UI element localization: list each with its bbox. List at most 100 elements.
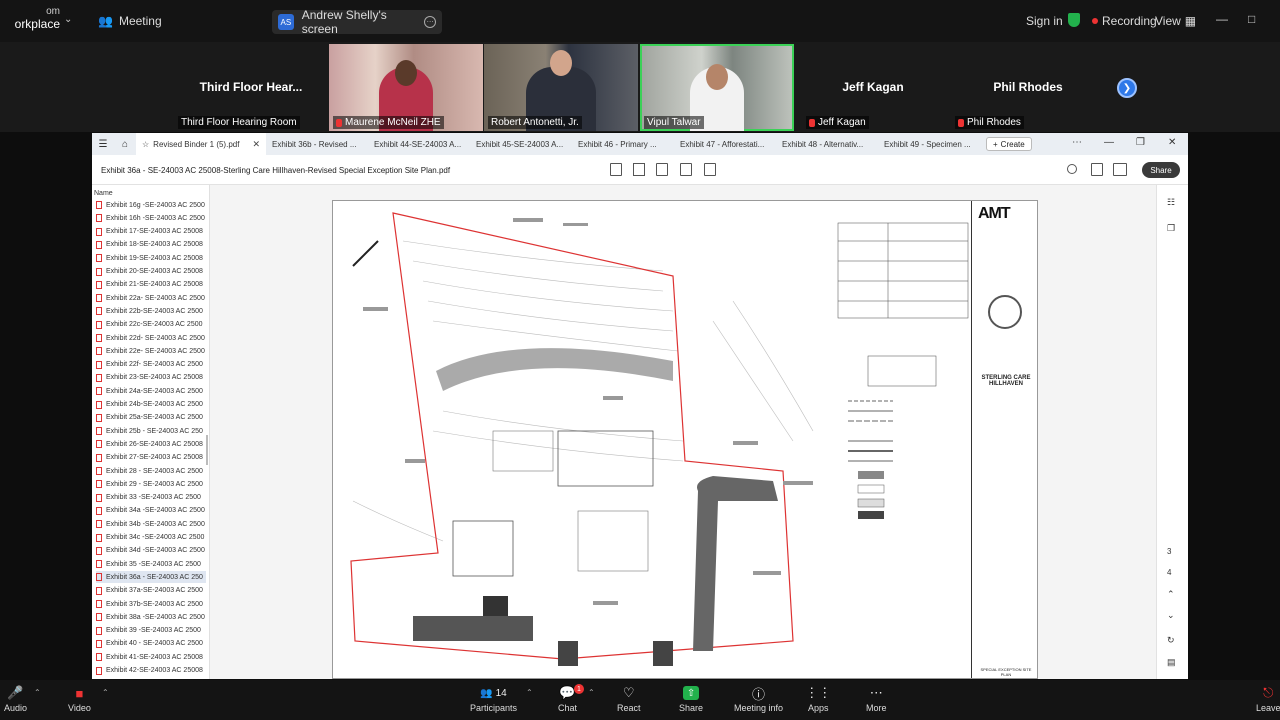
apps-button[interactable]: ⋮⋮ Apps <box>805 685 831 713</box>
video-button[interactable]: ■ Video <box>68 686 91 714</box>
shared-screen-tab[interactable]: AS Andrew Shelly's screen ⋯ <box>272 8 442 36</box>
file-list-item[interactable]: Exhibit 28 - SE-24003 AC 2500 <box>96 465 206 477</box>
chevron-up-icon[interactable]: ⌃ <box>526 688 533 697</box>
share-button[interactable]: Share <box>1142 162 1180 178</box>
sign-in-link[interactable]: Sign in <box>1026 14 1063 28</box>
file-list-item[interactable]: Exhibit 22b-SE-24003 AC 2500 <box>96 305 206 317</box>
file-list-item[interactable]: Exhibit 25a-SE-24003 AC 2500 <box>96 412 206 424</box>
tab-exhibit[interactable]: Exhibit 46 - Primary ... <box>572 133 674 155</box>
more-button[interactable]: ⋯ More <box>866 685 887 713</box>
chevron-up-icon[interactable]: ⌃ <box>588 688 595 697</box>
edit-pdf-icon[interactable] <box>610 163 622 176</box>
page-up-icon[interactable]: ⌃ <box>1167 589 1175 600</box>
file-list-item[interactable]: Exhibit 20-SE-24003 AC 25008 <box>96 266 206 278</box>
file-list-item[interactable]: Exhibit 22d- SE-24003 AC 2500 <box>96 332 206 344</box>
file-list-item[interactable]: Exhibit 18-SE-24003 AC 25008 <box>96 239 206 251</box>
file-list-item[interactable]: Exhibit 19-SE-24003 AC 25008 <box>96 252 206 264</box>
shield-icon[interactable] <box>1068 13 1080 27</box>
extract-icon[interactable] <box>704 163 716 176</box>
page-number[interactable]: 3 <box>1167 547 1171 556</box>
react-button[interactable]: ♡ React <box>617 685 641 713</box>
file-list-item[interactable]: Exhibit 39 -SE-24003 AC 2500 <box>96 625 206 637</box>
column-header-name[interactable]: Name <box>94 190 113 197</box>
file-list-item[interactable]: Exhibit 35 -SE-24003 AC 2500 <box>96 558 206 570</box>
star-icon[interactable]: ☆ <box>142 140 149 149</box>
audio-button[interactable]: 🎤 Audio <box>4 685 27 713</box>
more-tabs-icon[interactable]: ⋯ <box>1072 137 1082 148</box>
file-list-item[interactable]: Exhibit 24b-SE-24003 AC 2500 <box>96 399 206 411</box>
file-list-item[interactable]: Exhibit 40 - SE-24003 AC 2500 <box>96 638 206 650</box>
file-list-item[interactable]: Exhibit 16g -SE-24003 AC 2500 <box>96 199 206 211</box>
tab-exhibit[interactable]: Exhibit 48 - Alternativ... <box>776 133 878 155</box>
minimize-icon[interactable]: — <box>1216 12 1228 26</box>
tab-exhibit[interactable]: Exhibit 49 - Specimen ... <box>878 133 980 155</box>
file-list-item[interactable]: Exhibit 33 -SE-24003 AC 2500 <box>96 492 206 504</box>
menu-icon[interactable]: ☰ <box>92 139 114 150</box>
file-list-item[interactable]: Exhibit 22c-SE-24003 AC 2500 <box>96 319 206 331</box>
file-list-item[interactable]: Exhibit 37a-SE-24003 AC 2500 <box>96 585 206 597</box>
file-list-item[interactable]: Exhibit 36a - SE-24003 AC 250 <box>96 571 206 584</box>
minimize-icon[interactable]: — <box>1104 137 1114 148</box>
chevron-up-icon[interactable]: ⌃ <box>102 688 109 697</box>
participants-button[interactable]: 👥 14 Participants <box>470 686 517 714</box>
participant-tile[interactable]: Phil Rhodes Phil Rhodes <box>951 44 1105 131</box>
file-list-item[interactable]: Exhibit 26-SE-24003 AC 25008 <box>96 438 206 450</box>
file-list-item[interactable]: Exhibit 25b - SE-24003 AC 250 <box>96 425 206 437</box>
home-icon[interactable]: ⌂ <box>114 139 136 150</box>
participant-video[interactable]: Robert Antonetti, Jr. <box>484 44 638 131</box>
file-list-item[interactable]: Exhibit 34a -SE-24003 AC 2500 <box>96 505 206 517</box>
chevron-up-icon[interactable]: ⌃ <box>34 688 41 697</box>
document-icon[interactable]: ▤ <box>1167 657 1176 668</box>
participant-video-active[interactable]: Vipul Talwar <box>640 44 794 131</box>
participant-video[interactable]: Maurene McNeil ZHE <box>329 44 483 131</box>
delete-icon[interactable] <box>680 163 692 176</box>
file-list-item[interactable]: Exhibit 34d -SE-24003 AC 2500 <box>96 545 206 557</box>
participant-tile[interactable]: Third Floor Hear... Third Floor Hearing … <box>174 44 328 131</box>
chevron-down-icon[interactable]: ⌄ <box>64 14 72 25</box>
page-down-icon[interactable]: ⌄ <box>1167 610 1175 621</box>
file-list-item[interactable]: Exhibit 21-SE-24003 AC 25008 <box>96 279 206 291</box>
tab-revised-binder[interactable]: ☆ Revised Binder 1 (5).pdf ✕ <box>136 133 266 155</box>
participant-tile[interactable]: Jeff Kagan Jeff Kagan <box>796 44 950 131</box>
sidebar-scrollbar[interactable] <box>206 435 208 465</box>
tab-exhibit[interactable]: Exhibit 47 - Afforestati... <box>674 133 776 155</box>
file-list-item[interactable]: Exhibit 16h -SE-24003 AC 2500 <box>96 212 206 224</box>
restore-icon[interactable]: ❐ <box>1136 137 1145 148</box>
create-button[interactable]: + Create <box>986 137 1032 151</box>
save-icon[interactable] <box>1091 163 1103 176</box>
share-screen-button[interactable]: ⇧ Share <box>679 686 703 713</box>
search-icon[interactable] <box>1067 164 1077 174</box>
close-icon[interactable]: ✕ <box>252 139 260 150</box>
site-plan-page[interactable]: AMT STERLING CARE HILLHAVEN SPECIAL EXCE… <box>332 200 1038 679</box>
view-menu[interactable]: View ▦ <box>1155 14 1196 28</box>
export-icon[interactable] <box>656 163 668 176</box>
page-number[interactable]: 4 <box>1167 568 1171 577</box>
recording-indicator[interactable]: Recording <box>1092 14 1157 28</box>
file-list-item[interactable]: Exhibit 17-SE-24003 AC 25008 <box>96 226 206 238</box>
file-list-item[interactable]: Exhibit 24a-SE-24003 AC 2500 <box>96 385 206 397</box>
pages-icon[interactable]: ❐ <box>1167 223 1175 234</box>
meeting-menu[interactable]: 👥 Meeting <box>98 14 162 28</box>
bookmark-icon[interactable]: ☷ <box>1167 197 1175 208</box>
file-list-item[interactable]: Exhibit 34b -SE-24003 AC 2500 <box>96 518 206 530</box>
close-window-icon[interactable]: ✕ <box>1168 137 1176 148</box>
file-list-item[interactable]: Exhibit 22e- SE-24003 AC 2500 <box>96 345 206 357</box>
file-list-item[interactable]: Exhibit 22f- SE-24003 AC 2500 <box>96 359 206 371</box>
maximize-icon[interactable]: □ <box>1248 12 1255 26</box>
file-list-item[interactable]: Exhibit 29 - SE-24003 AC 2500 <box>96 478 206 490</box>
print-icon[interactable] <box>1113 163 1127 176</box>
file-list-item[interactable]: Exhibit 27-SE-24003 AC 25008 <box>96 452 206 464</box>
file-list-item[interactable]: Exhibit 22a- SE-24003 AC 2500 <box>96 292 206 304</box>
more-options-icon[interactable]: ⋯ <box>424 16 436 28</box>
file-list-item[interactable]: Exhibit 37b-SE-24003 AC 2500 <box>96 598 206 610</box>
rotate-icon[interactable]: ↻ <box>1167 635 1175 646</box>
organize-pages-icon[interactable] <box>633 163 645 176</box>
file-list-item[interactable]: Exhibit 42-SE-24003 AC 25008 <box>96 665 206 677</box>
tab-exhibit[interactable]: Exhibit 45-SE-24003 A... <box>470 133 572 155</box>
tab-exhibit[interactable]: Exhibit 44-SE-24003 A... <box>368 133 470 155</box>
next-page-icon[interactable]: ❯ <box>1117 78 1137 98</box>
document-viewer[interactable]: AMT STERLING CARE HILLHAVEN SPECIAL EXCE… <box>210 185 1156 679</box>
file-list-item[interactable]: Exhibit 23-SE-24003 AC 25008 <box>96 372 206 384</box>
leave-button[interactable]: ⎋ Leave <box>1256 685 1280 713</box>
file-list-item[interactable]: Exhibit 41-SE-24003 AC 25008 <box>96 651 206 663</box>
